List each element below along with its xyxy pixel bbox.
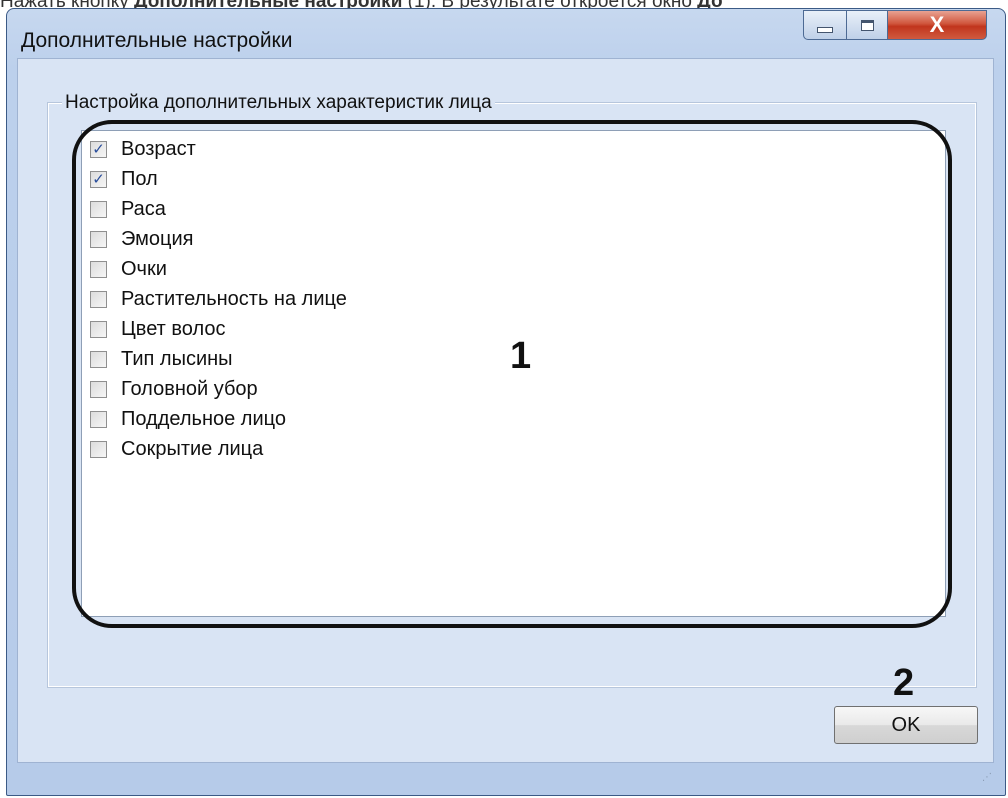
close-icon: X [929,12,945,37]
window-title: Дополнительные настройки [21,29,293,52]
close-button[interactable]: X [887,10,987,40]
annotation-marker-2: 2 [893,662,915,704]
maximize-icon [860,19,874,31]
groupbox-label: Настройка дополнительных характеристик л… [62,92,495,114]
minimize-button[interactable] [803,10,847,40]
ok-button[interactable]: OK [834,706,978,744]
maximize-button[interactable] [846,10,888,40]
annotation-marker-1: 1 [510,335,532,377]
minimize-icon [817,27,833,33]
resize-grip-icon[interactable]: ⋰ [982,772,996,786]
